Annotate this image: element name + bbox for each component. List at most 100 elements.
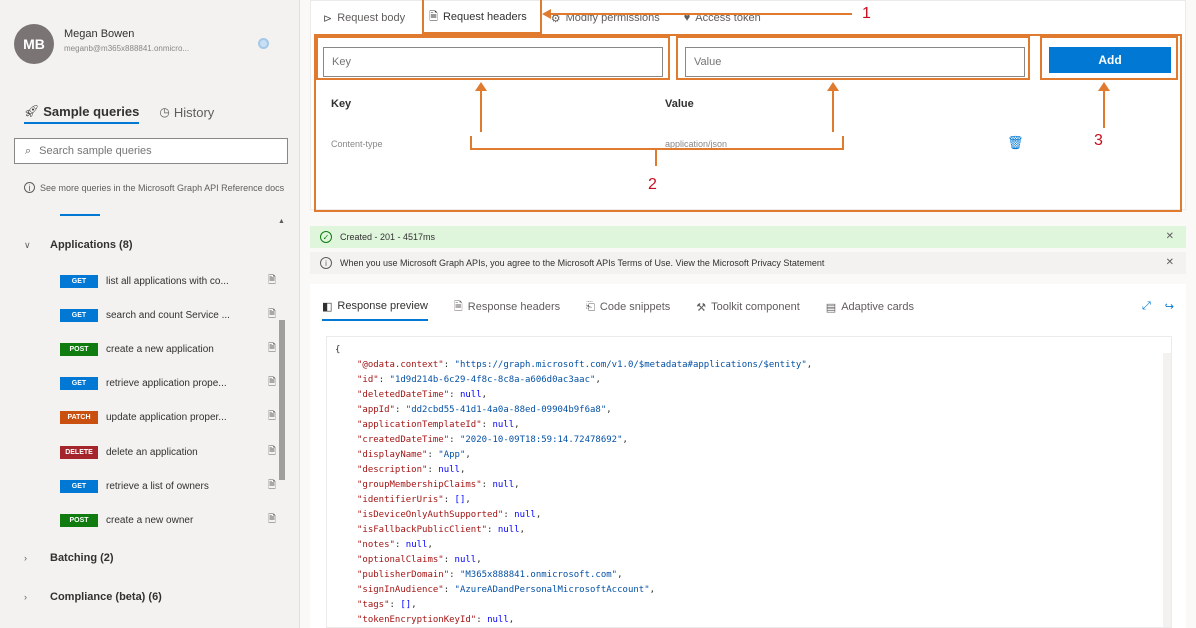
doc-link-icon[interactable]: 🗎︎: [268, 341, 276, 358]
delete-header-icon[interactable]: 🗑︎: [1007, 135, 1024, 151]
sidebar-scrollbar[interactable]: ▲: [278, 218, 286, 628]
query-item[interactable]: GET search and count Service ... 🗎︎: [60, 306, 276, 324]
query-item[interactable]: GET list all applications with co... 🗎︎: [60, 272, 276, 290]
method-badge: POST: [60, 513, 98, 527]
json-scrollbar[interactable]: [1163, 353, 1171, 627]
sidebar-tabs: 🚀︎ Sample queries ◷ History: [24, 100, 214, 128]
json-line: "optionalClaims": null,: [335, 553, 812, 568]
header-key-input[interactable]: [332, 56, 662, 68]
query-item[interactable]: GET retrieve application prope... 🗎︎: [60, 375, 276, 393]
json-key: "publisherDomain": [357, 570, 450, 580]
query-item[interactable]: PATCH update application proper... 🗎︎: [60, 409, 276, 427]
doc-link-icon[interactable]: 🗎︎: [268, 512, 276, 529]
group-applications[interactable]: ∨ Applications (8): [24, 239, 133, 251]
json-key: "id": [357, 375, 379, 385]
doc-link-icon[interactable]: 🗎︎: [268, 307, 276, 324]
json-key: "tokenEncryptionKeyId": [357, 615, 477, 625]
add-header-button[interactable]: Add: [1049, 47, 1171, 73]
group-batching[interactable]: › Batching (2): [24, 552, 114, 564]
info-text: See more queries in the Microsoft Graph …: [40, 183, 285, 193]
json-line: "id": "1d9d214b-6c29-4f8c-8c8a-a606d0ac3…: [335, 373, 812, 388]
search-box[interactable]: ⌕: [14, 138, 288, 164]
response-tabs: ◧ Response preview 🗎︎ Response headers ⎗…: [322, 292, 914, 322]
tab-request-body[interactable]: ⊳ Request body: [323, 1, 405, 35]
tab-label: Sample queries: [43, 103, 140, 119]
json-viewer[interactable]: { "@odata.context": "https://graph.micro…: [326, 336, 1172, 628]
json-line: "displayName": "App",: [335, 448, 812, 463]
share-icon[interactable]: ↪: [1165, 300, 1174, 313]
body-icon: ⊳: [323, 12, 333, 25]
tab-request-headers[interactable]: 🗎︎ Request headers: [429, 1, 527, 35]
annotation-arrowhead-2b: [827, 82, 839, 91]
tab-access-token[interactable]: ♥︎ Access token: [684, 1, 761, 35]
json-value: "AzureADandPersonalMicrosoftAccount": [454, 585, 650, 595]
chevron-right-icon: ›: [24, 553, 27, 563]
json-separator: :: [503, 510, 515, 520]
request-panel: ⊳ Request body 🗎︎ Request headers ⚙︎ Mod…: [310, 0, 1186, 210]
json-separator: :: [449, 390, 460, 400]
annotation-arrow-2b: [832, 88, 834, 132]
json-line: "groupMembershipClaims": null,: [335, 478, 812, 493]
tab-code-snippets[interactable]: ⎗ Code snippets: [586, 293, 670, 321]
json-value: null: [492, 480, 515, 490]
close-icon[interactable]: ✕: [1166, 231, 1174, 242]
tab-toolkit-component[interactable]: ⚒︎ Toolkit component: [696, 293, 800, 321]
doc-link-icon[interactable]: 🗎︎: [268, 375, 276, 392]
json-line: "createdDateTime": "2020-10-09T18:59:14.…: [335, 433, 812, 448]
chevron-right-icon: ›: [24, 592, 27, 602]
section-divider: [60, 214, 100, 216]
method-badge: DELETE: [60, 445, 98, 459]
query-item[interactable]: POST create a new owner 🗎︎: [60, 511, 276, 529]
tab-modify-permissions[interactable]: ⚙︎ Modify permissions: [551, 1, 660, 35]
scroll-up-icon[interactable]: ▲: [278, 218, 285, 225]
annotation-arrowhead-1: [542, 9, 551, 19]
response-actions: ⤢ ↪: [1142, 300, 1174, 313]
header-value-field[interactable]: [685, 47, 1025, 77]
doc-link-icon[interactable]: 🗎︎: [268, 478, 276, 495]
header-value-input[interactable]: [694, 56, 1024, 68]
json-value: null: [497, 525, 520, 535]
annotation-number-3: 3: [1094, 132, 1103, 149]
tab-response-headers[interactable]: 🗎︎ Response headers: [454, 293, 560, 321]
json-key: "deletedDateTime": [357, 390, 450, 400]
json-line: "description": null,: [335, 463, 812, 478]
tab-history[interactable]: ◷ History: [159, 100, 214, 124]
json-comma: ,: [465, 495, 471, 505]
group-compliance[interactable]: › Compliance (beta) (6): [24, 591, 162, 603]
query-item[interactable]: DELETE delete an application 🗎︎: [60, 443, 276, 461]
user-profile[interactable]: MB Megan Bowen meganb@m365x888841.onmicr…: [14, 24, 290, 64]
avatar[interactable]: MB: [14, 24, 54, 64]
terms-text[interactable]: When you use Microsoft Graph APIs, you a…: [340, 258, 824, 268]
query-item[interactable]: POST create a new application 🗎︎: [60, 340, 276, 358]
doc-link-icon[interactable]: 🗎︎: [268, 444, 276, 461]
close-icon[interactable]: ✕: [1166, 257, 1174, 268]
tab-response-preview[interactable]: ◧ Response preview: [322, 293, 428, 321]
header-key-field[interactable]: [323, 47, 663, 77]
json-separator: :: [394, 405, 406, 415]
json-comma: ,: [514, 480, 520, 490]
expand-icon[interactable]: ⤢: [1142, 300, 1151, 313]
json-key: "identifierUris": [357, 495, 444, 505]
query-label: list all applications with co...: [106, 275, 229, 287]
check-circle-icon: ✓: [320, 231, 332, 243]
json-key: "appId": [357, 405, 395, 415]
json-line: "applicationTemplateId": null,: [335, 418, 812, 433]
tab-adaptive-cards[interactable]: ▤ Adaptive cards: [826, 293, 914, 321]
json-separator: :: [443, 555, 455, 565]
doc-link-icon[interactable]: 🗎︎: [268, 273, 276, 290]
tab-sample-queries[interactable]: 🚀︎ Sample queries: [24, 100, 140, 124]
json-value: "dd2cbd55-41d1-4a0a-88ed-09904b9f6a8": [405, 405, 607, 415]
search-input[interactable]: [39, 145, 260, 157]
info-link[interactable]: i See more queries in the Microsoft Grap…: [24, 182, 286, 194]
query-label: delete an application: [106, 446, 198, 458]
doc-link-icon[interactable]: 🗎︎: [268, 409, 276, 426]
method-badge: GET: [60, 274, 98, 288]
json-key: "groupMembershipClaims": [357, 480, 482, 490]
json-line: "tokenEncryptionKeyId": null,: [335, 613, 812, 627]
json-value: "https://graph.microsoft.com/v1.0/$metad…: [454, 360, 807, 370]
group-label: Compliance (beta) (6): [50, 591, 162, 603]
scroll-thumb[interactable]: [279, 320, 285, 480]
query-item[interactable]: GET retrieve a list of owners 🗎︎: [60, 477, 276, 495]
json-comma: ,: [606, 405, 612, 415]
json-value: "1d9d214b-6c29-4f8c-8c8a-a606d0ac3aac": [389, 375, 596, 385]
